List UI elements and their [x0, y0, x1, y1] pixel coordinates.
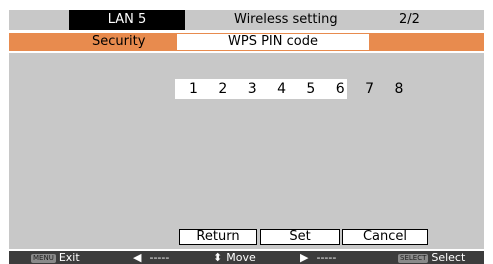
security-row[interactable]: Security WPS PIN code: [9, 33, 484, 51]
move-label: Move: [226, 251, 256, 264]
left-value: -----: [149, 251, 170, 264]
right-value: -----: [316, 251, 337, 264]
right-arrow-icon: ▶: [300, 251, 309, 264]
pin-code-value: 1 2 3 4 5 6 7 8: [189, 81, 412, 97]
security-label: Security: [92, 34, 146, 49]
pin-code-box: 1 2 3 4 5 6 7 8: [175, 79, 403, 99]
main-panel: 1 2 3 4 5 6 7 8 Return Set Cancel: [9, 53, 484, 249]
cancel-button[interactable]: Cancel: [342, 229, 428, 245]
menu-title: Wireless setting: [234, 12, 338, 27]
wps-pin-code-field[interactable]: WPS PIN code: [177, 34, 369, 50]
select-label: Select: [431, 251, 466, 264]
menu-key-icon: MENU: [31, 254, 56, 263]
footer-right: ▶ -----: [300, 251, 336, 264]
exit-label: Exit: [58, 251, 80, 264]
footer-exit: MENU Exit: [31, 251, 80, 264]
set-button[interactable]: Set: [260, 229, 340, 245]
footer-select: SELECT Select: [398, 251, 465, 264]
return-button[interactable]: Return: [179, 229, 257, 245]
page-indicator: 2/2: [399, 12, 420, 27]
footer-bar: MENU Exit ◀ ----- ⬍ Move ▶ ----- SELECT Selec…: [9, 251, 484, 264]
footer-move: ⬍ Move: [213, 251, 256, 264]
header-bar: LAN 5 Wireless setting 2/2: [9, 10, 484, 30]
left-arrow-icon: ◀: [133, 251, 142, 264]
select-key-icon: SELECT: [398, 254, 429, 263]
up-down-arrow-icon: ⬍: [213, 251, 223, 264]
footer-left: ◀ -----: [133, 251, 169, 264]
lan-label: LAN 5: [69, 10, 185, 30]
osd-screen: LAN 5 Wireless setting 2/2 Security WPS …: [0, 0, 493, 264]
